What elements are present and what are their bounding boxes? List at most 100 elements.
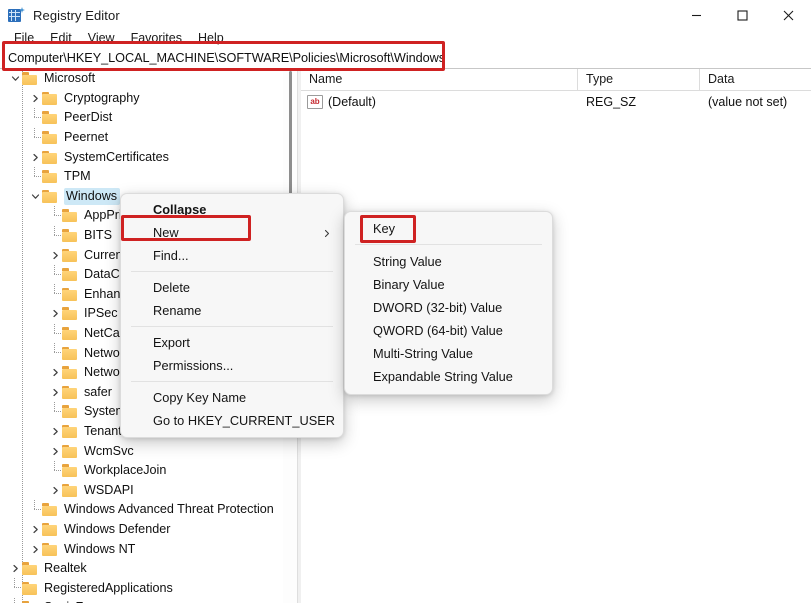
tree-item-windows-advanced-threat-protection[interactable]: Windows Advanced Threat Protection bbox=[0, 499, 283, 520]
tree-item-wsdapi[interactable]: WSDAPI bbox=[0, 480, 283, 500]
chevron-right-icon[interactable] bbox=[48, 385, 62, 399]
address-input[interactable]: Computer\HKEY_LOCAL_MACHINE\SOFTWARE\Pol… bbox=[0, 51, 445, 65]
column-header-data[interactable]: Data bbox=[700, 69, 811, 91]
value-name-text: (Default) bbox=[328, 95, 376, 109]
chevron-down-icon[interactable] bbox=[28, 189, 42, 203]
tree-item-label: SystemCertificates bbox=[64, 149, 169, 164]
folder-icon bbox=[62, 405, 78, 419]
tree-item-workplacejoin[interactable]: WorkplaceJoin bbox=[0, 460, 283, 481]
new-submenu[interactable]: Key String Value Binary Value DWORD (32-bit… bbox=[344, 211, 553, 395]
folder-icon bbox=[62, 366, 78, 380]
address-bar[interactable]: Computer\HKEY_LOCAL_MACHINE\SOFTWARE\Pol… bbox=[0, 47, 811, 69]
maximize-icon[interactable] bbox=[719, 0, 765, 30]
chevron-right-icon[interactable] bbox=[48, 424, 62, 438]
chevron-right-icon[interactable] bbox=[48, 307, 62, 321]
submenu-item-label: String Value bbox=[373, 254, 442, 269]
tree-guide-dot bbox=[48, 284, 62, 301]
close-icon[interactable] bbox=[765, 0, 811, 30]
folder-icon bbox=[42, 91, 58, 105]
submenu-item-key[interactable]: Key bbox=[345, 217, 552, 240]
tree-guide-dot bbox=[8, 578, 22, 595]
submenu-item-string-value[interactable]: String Value bbox=[345, 250, 552, 273]
context-menu-item-label: New bbox=[153, 225, 179, 240]
folder-icon bbox=[62, 464, 78, 478]
tree-item-cryptography[interactable]: Cryptography bbox=[0, 89, 283, 109]
submenu-item-qword-64-bit-value[interactable]: QWORD (64-bit) Value bbox=[345, 319, 552, 342]
context-menu-item-permissions[interactable]: Permissions... bbox=[121, 354, 343, 377]
context-menu-item-delete[interactable]: Delete bbox=[121, 276, 343, 299]
tree-item-label: TPM bbox=[64, 169, 91, 184]
context-menu-item-collapse[interactable]: Collapse bbox=[121, 198, 343, 221]
chevron-right-icon[interactable] bbox=[28, 542, 42, 556]
tree-item-systemcertificates[interactable]: SystemCertificates bbox=[0, 147, 283, 167]
folder-icon bbox=[42, 131, 58, 145]
registry-editor-window: Registry Editor File Edit View Favorites… bbox=[0, 0, 811, 603]
tree-item-label: Peernet bbox=[64, 130, 109, 145]
menu-file[interactable]: File bbox=[6, 30, 42, 47]
column-header-name[interactable]: Name bbox=[301, 69, 578, 91]
menu-view[interactable]: View bbox=[80, 30, 123, 47]
chevron-right-icon[interactable] bbox=[48, 444, 62, 458]
tree-guide-dot bbox=[48, 323, 62, 341]
tree-item-label: IPSec bbox=[84, 306, 118, 321]
context-menu-item-go-to-hkey-current-user[interactable]: Go to HKEY_CURRENT_USER bbox=[121, 409, 343, 432]
submenu-item-expandable-string-value[interactable]: Expandable String Value bbox=[345, 365, 552, 388]
menu-help[interactable]: Help bbox=[190, 30, 232, 47]
tree-item-sonicfocus[interactable]: SonicFocus bbox=[0, 597, 283, 603]
context-menu-item-rename[interactable]: Rename bbox=[121, 299, 343, 322]
tree-item-windows-nt[interactable]: Windows NT bbox=[0, 539, 283, 559]
tree-item-label: Microsoft bbox=[44, 71, 96, 86]
chevron-right-icon[interactable] bbox=[48, 248, 62, 262]
folder-icon bbox=[42, 542, 58, 556]
tree-item-label: Windows Advanced Threat Protection bbox=[64, 502, 274, 517]
submenu-item-label: QWORD (64-bit) Value bbox=[373, 323, 503, 338]
window-controls bbox=[673, 0, 811, 30]
tree-item-realtek[interactable]: Realtek bbox=[0, 559, 283, 579]
tree-guide-dot bbox=[48, 225, 62, 243]
tree-item-windows-defender[interactable]: Windows Defender bbox=[0, 520, 283, 540]
menu-separator bbox=[131, 326, 333, 327]
tree-item-peernet[interactable]: Peernet bbox=[0, 127, 283, 148]
minimize-icon[interactable] bbox=[673, 0, 719, 30]
tree-item-label: Cryptography bbox=[64, 90, 140, 105]
tree-context-menu[interactable]: Collapse New Find... Delete Rename Export Perm… bbox=[120, 193, 344, 438]
submenu-item-label: Expandable String Value bbox=[373, 369, 513, 384]
submenu-item-multi-string-value[interactable]: Multi-String Value bbox=[345, 342, 552, 365]
tree-item-microsoft[interactable]: Microsoft bbox=[0, 69, 283, 89]
context-menu-item-label: Permissions... bbox=[153, 358, 234, 373]
context-menu-item-new[interactable]: New bbox=[121, 221, 343, 244]
tree-guide-dot bbox=[48, 264, 62, 282]
menu-bar: File Edit View Favorites Help bbox=[0, 30, 811, 47]
chevron-right-icon[interactable] bbox=[8, 562, 22, 576]
menu-favorites[interactable]: Favorites bbox=[123, 30, 190, 47]
submenu-item-binary-value[interactable]: Binary Value bbox=[345, 273, 552, 296]
values-column-header: Name Type Data bbox=[301, 69, 811, 91]
chevron-right-icon[interactable] bbox=[28, 522, 42, 536]
tree-guide-dot bbox=[28, 499, 42, 517]
tree-item-label: WSDAPI bbox=[84, 482, 134, 497]
context-menu-item-export[interactable]: Export bbox=[121, 331, 343, 354]
tree-item-tpm[interactable]: TPM bbox=[0, 166, 283, 187]
chevron-right-icon[interactable] bbox=[48, 366, 62, 380]
tree-item-label: Windows bbox=[64, 187, 121, 205]
tree-item-wcmsvc[interactable]: WcmSvc bbox=[0, 441, 283, 461]
context-menu-item-label: Find... bbox=[153, 248, 189, 263]
submenu-item-dword-32-bit-value[interactable]: DWORD (32-bit) Value bbox=[345, 296, 552, 319]
table-row[interactable]: ab (Default) REG_SZ (value not set) bbox=[301, 91, 811, 113]
chevron-down-icon[interactable] bbox=[8, 72, 22, 86]
tree-item-label: PeerDist bbox=[64, 110, 113, 125]
tree-guide-dot bbox=[28, 107, 42, 125]
context-menu-item-copy-key-name[interactable]: Copy Key Name bbox=[121, 386, 343, 409]
column-header-type[interactable]: Type bbox=[578, 69, 700, 91]
chevron-right-icon[interactable] bbox=[28, 91, 42, 105]
menu-edit[interactable]: Edit bbox=[42, 30, 80, 47]
context-menu-item-find[interactable]: Find... bbox=[121, 244, 343, 267]
context-menu-item-label: Collapse bbox=[153, 202, 207, 217]
tree-item-registeredapplications[interactable]: RegisteredApplications bbox=[0, 578, 283, 598]
chevron-right-icon bbox=[323, 225, 331, 240]
tree-item-peerdist[interactable]: PeerDist bbox=[0, 107, 283, 128]
chevron-right-icon[interactable] bbox=[48, 483, 62, 497]
chevron-right-icon[interactable] bbox=[28, 150, 42, 164]
folder-icon bbox=[62, 424, 78, 438]
folder-icon bbox=[42, 503, 58, 517]
